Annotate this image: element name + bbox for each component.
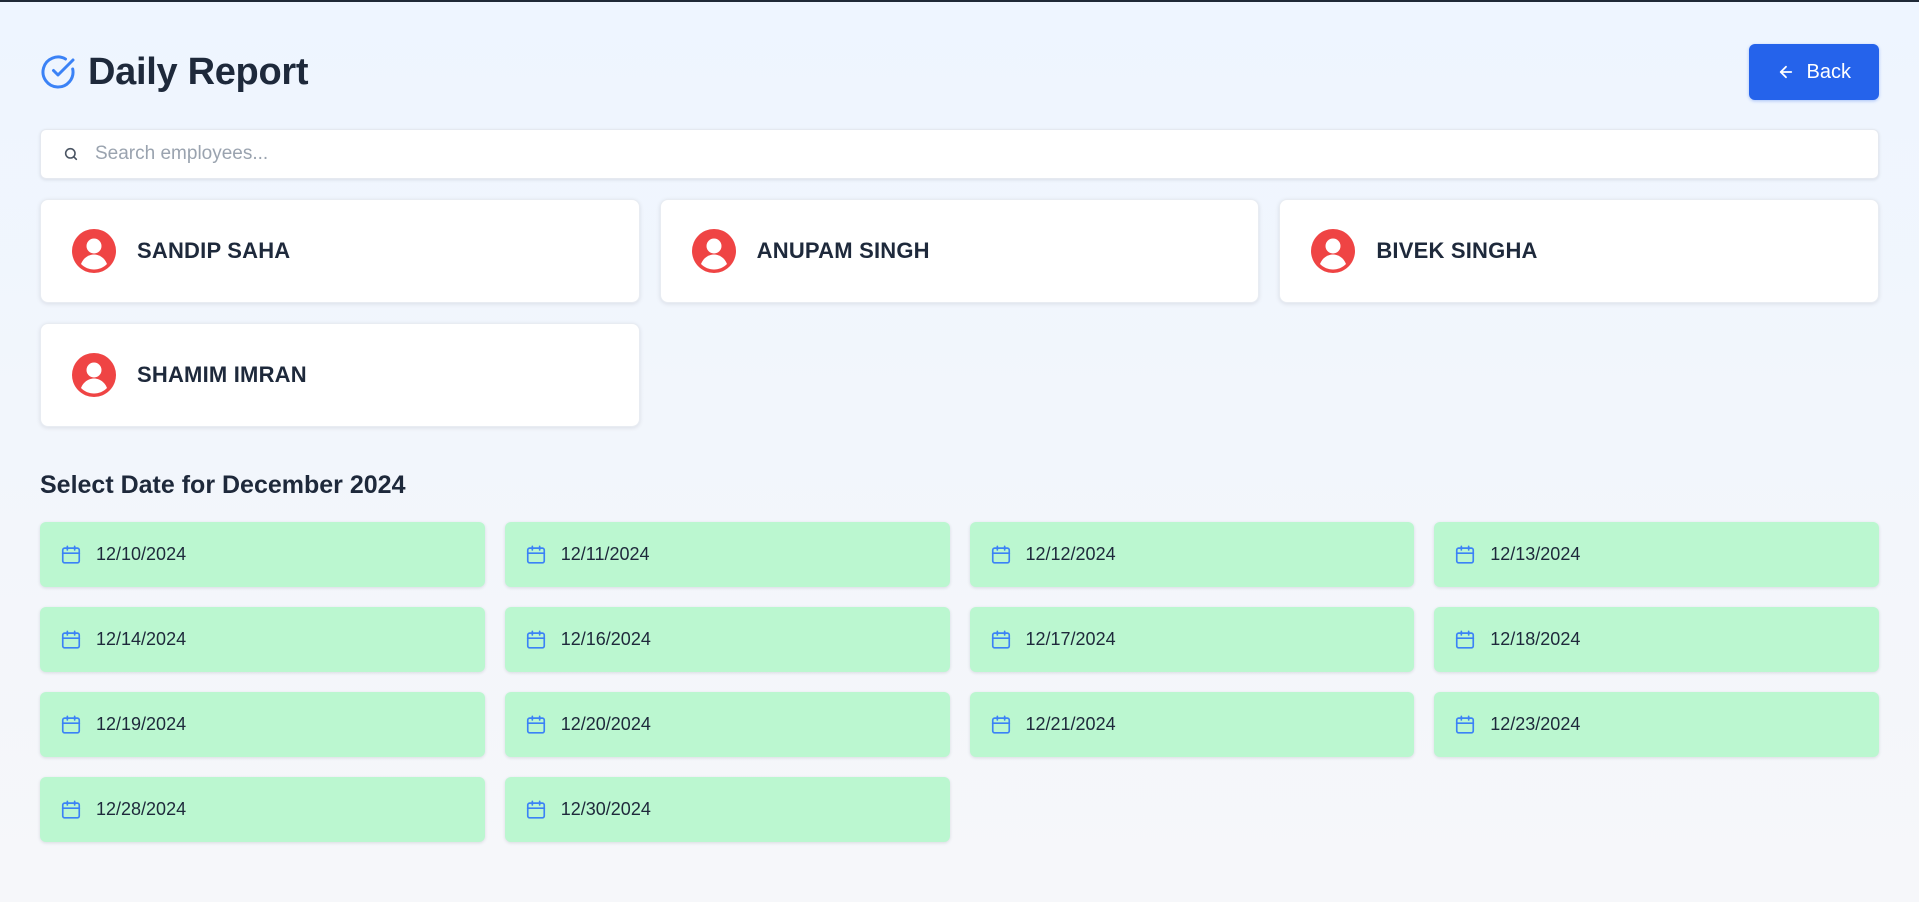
calendar-icon bbox=[60, 629, 82, 651]
date-button[interactable]: 12/23/2024 bbox=[1434, 692, 1879, 757]
date-label: 12/17/2024 bbox=[1025, 629, 1116, 649]
search-box[interactable] bbox=[40, 129, 1879, 179]
calendar-icon bbox=[525, 629, 547, 651]
page-container: Daily Report Back SANDIP SAHA ANUPAM SING… bbox=[40, 2, 1879, 842]
date-label: 12/12/2024 bbox=[1025, 544, 1116, 564]
calendar-icon bbox=[525, 714, 547, 736]
date-label: 12/13/2024 bbox=[1490, 544, 1581, 564]
user-circle-icon bbox=[691, 228, 737, 274]
date-label: 12/10/2024 bbox=[96, 544, 187, 564]
calendar-icon bbox=[990, 714, 1012, 736]
date-button[interactable]: 12/21/2024 bbox=[969, 692, 1415, 757]
date-button[interactable]: 12/11/2024 bbox=[504, 522, 950, 587]
date-button[interactable]: 12/19/2024 bbox=[40, 692, 485, 757]
date-label: 12/28/2024 bbox=[96, 799, 187, 819]
date-grid: 12/10/2024 12/11/2024 12/12/2024 12/13/2024… bbox=[40, 522, 1879, 842]
calendar-icon bbox=[990, 629, 1012, 651]
date-button[interactable]: 12/12/2024 bbox=[969, 522, 1415, 587]
calendar-icon bbox=[1454, 629, 1476, 651]
calendar-icon bbox=[1454, 544, 1476, 566]
employee-name: SANDIP SAHA bbox=[137, 238, 291, 263]
date-button[interactable]: 12/16/2024 bbox=[504, 607, 950, 672]
calendar-icon bbox=[525, 799, 547, 821]
calendar-icon bbox=[60, 714, 82, 736]
date-button[interactable]: 12/18/2024 bbox=[1434, 607, 1879, 672]
employee-name: ANUPAM SINGH bbox=[756, 238, 930, 263]
date-label: 12/30/2024 bbox=[560, 799, 651, 819]
date-button[interactable]: 12/28/2024 bbox=[40, 777, 485, 842]
date-button[interactable]: 12/20/2024 bbox=[504, 692, 950, 757]
employee-card[interactable]: BIVEK SINGHA bbox=[1279, 199, 1879, 303]
date-label: 12/20/2024 bbox=[560, 714, 651, 734]
arrow-left-icon bbox=[1777, 63, 1795, 81]
date-button[interactable]: 12/14/2024 bbox=[40, 607, 485, 672]
employee-name: BIVEK SINGHA bbox=[1376, 238, 1538, 263]
date-button[interactable]: 12/17/2024 bbox=[969, 607, 1415, 672]
date-label: 12/21/2024 bbox=[1025, 714, 1116, 734]
user-circle-icon bbox=[1310, 228, 1356, 274]
back-button[interactable]: Back bbox=[1748, 44, 1879, 100]
date-label: 12/16/2024 bbox=[560, 629, 651, 649]
date-button[interactable]: 12/10/2024 bbox=[40, 522, 485, 587]
back-button-label: Back bbox=[1806, 60, 1851, 83]
date-label: 12/19/2024 bbox=[96, 714, 187, 734]
date-section-title: Select Date for December 2024 bbox=[40, 471, 406, 499]
date-button[interactable]: 12/13/2024 bbox=[1434, 522, 1879, 587]
calendar-icon bbox=[525, 544, 547, 566]
check-circle-icon bbox=[40, 54, 76, 90]
date-button[interactable]: 12/30/2024 bbox=[504, 777, 950, 842]
date-label: 12/18/2024 bbox=[1490, 629, 1581, 649]
page-header: Daily Report Back bbox=[40, 2, 1879, 142]
date-label: 12/11/2024 bbox=[560, 544, 650, 564]
employee-card[interactable]: ANUPAM SINGH bbox=[659, 199, 1260, 303]
user-circle-icon bbox=[71, 352, 117, 398]
employee-card[interactable]: SANDIP SAHA bbox=[40, 199, 640, 303]
calendar-icon bbox=[990, 544, 1012, 566]
calendar-icon bbox=[1454, 714, 1476, 736]
date-label: 12/23/2024 bbox=[1490, 714, 1581, 734]
employee-name: SHAMIM IMRAN bbox=[137, 362, 307, 387]
employee-list: SANDIP SAHA ANUPAM SINGH BIVEK SINGHA SHAMI… bbox=[40, 199, 1879, 427]
calendar-icon bbox=[60, 799, 82, 821]
calendar-icon bbox=[60, 544, 82, 566]
search-icon bbox=[63, 146, 79, 162]
search-input[interactable] bbox=[93, 129, 1856, 179]
user-circle-icon bbox=[71, 228, 117, 274]
employee-card[interactable]: SHAMIM IMRAN bbox=[40, 323, 640, 427]
date-label: 12/14/2024 bbox=[96, 629, 187, 649]
page-title: Daily Report bbox=[88, 50, 309, 93]
title-group: Daily Report bbox=[40, 50, 309, 94]
